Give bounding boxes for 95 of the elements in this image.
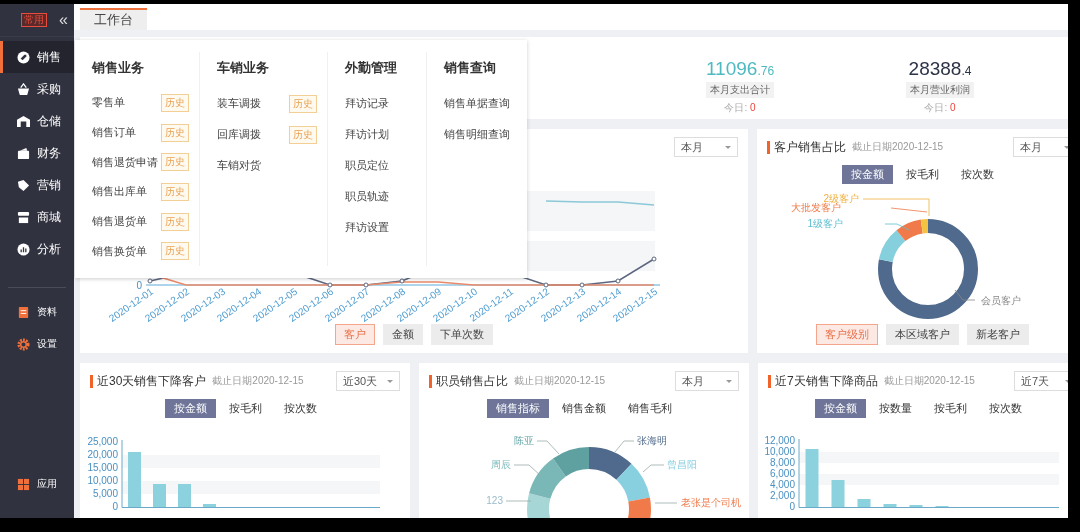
metric-tab[interactable]: 按次数 (951, 165, 1003, 184)
menu-heading: 销售查询 (444, 59, 497, 77)
sidebar-item[interactable]: 设置 (0, 328, 74, 360)
stat-value: 28388.4 (908, 59, 972, 81)
slice-label: 123 (486, 495, 503, 506)
slice-label: 张海明 (637, 436, 667, 446)
axis-tick-label: 8,000 (769, 456, 795, 468)
menu-item[interactable]: 销售退货单 (92, 214, 147, 229)
metric-tab[interactable]: 按毛利 (219, 399, 271, 418)
period-select[interactable]: 近30天 (336, 371, 400, 391)
menu-heading: 外勤管理 (345, 59, 398, 77)
menu-item[interactable]: 职员轨迹 (345, 189, 389, 204)
menu-item[interactable]: 销售换货单 (92, 243, 147, 259)
metric-tab[interactable]: 按毛利 (925, 399, 976, 418)
period-select[interactable]: 本月 (675, 371, 739, 391)
axis-tick-label: 0 (112, 500, 118, 512)
menu-item[interactable]: 零售单 (92, 95, 125, 111)
today-label: 今日: (724, 102, 748, 113)
slice-label: 大批发客户 (791, 202, 841, 213)
card-title: 客户销售占比 (767, 140, 846, 154)
axis-tick-label: 20,000 (87, 448, 118, 460)
slice-label: 1级客户 (807, 218, 843, 229)
card-title: 职员销售占比 (429, 374, 508, 388)
stat-label: 本月支出合计 (706, 82, 774, 98)
axis-tick-label: 2,000 (769, 489, 795, 501)
sidebar-item[interactable]: 营销 (0, 169, 74, 201)
slice-label: 曾昌阳 (667, 459, 697, 470)
axis-tick-label: 4,000 (769, 478, 795, 490)
sidebar-item[interactable]: 分析 (0, 233, 74, 265)
menu-item[interactable]: 销售出库单 (92, 184, 147, 200)
apps-button[interactable]: 应用 (0, 468, 74, 500)
metric-tab[interactable]: 按数量 (870, 399, 921, 418)
slice-label: 周辰 (491, 459, 511, 470)
menu-heading: 车销业务 (217, 59, 270, 77)
slice-label: 老张是个司机 (681, 497, 741, 508)
filter-toggle[interactable]: 新老客户 (966, 324, 1029, 345)
menu-item[interactable]: 车销对货 (217, 158, 261, 173)
metric-tab[interactable]: 按金额 (815, 399, 866, 418)
menu-item[interactable]: 拜访设置 (345, 220, 389, 235)
stat-label: 本月营业利润 (906, 82, 974, 98)
cutoff-date: 截止日期2020-12-15 (212, 374, 304, 388)
today-label: 今日: (924, 102, 948, 113)
filter-toggle[interactable]: 本区域客户 (885, 324, 959, 345)
menu-item[interactable]: 销售订单 (92, 125, 136, 140)
sidebar-item[interactable]: 采购 (0, 73, 74, 105)
cutoff-date: 截止日期2020-12-15 (883, 374, 975, 388)
menu-item[interactable]: 职员定位 (345, 158, 389, 173)
axis-tick-label: 0 (136, 280, 142, 291)
menu-item[interactable]: 销售单据查询 (444, 96, 510, 111)
metric-tab[interactable]: 销售毛利 (619, 399, 681, 418)
today-value: 0 (750, 102, 756, 113)
sidebar-item[interactable]: 财务 (0, 137, 74, 169)
tab[interactable]: 工作台 (80, 8, 147, 30)
card-title: 近30天销售下降客户 (90, 374, 207, 388)
metric-tab[interactable]: 按金额 (164, 399, 216, 418)
menu-item[interactable]: 销售退货申请 (92, 154, 158, 170)
metric-tab[interactable]: 销售指标 (487, 399, 549, 418)
axis-tick-label: 10,000 (764, 445, 795, 457)
card-title: 近7天销售下降商品 (768, 374, 878, 388)
menu-item[interactable]: 拜访计划 (345, 127, 389, 142)
axis-tick-label: 5,000 (92, 487, 118, 499)
axis-tick-label: 10,000 (87, 474, 118, 486)
sidebar-item[interactable]: 商城 (0, 201, 74, 233)
menu-item[interactable]: 回库调拨 (217, 127, 261, 142)
stat-value: 11096.76 (705, 59, 775, 81)
sidebar-item[interactable]: 销售 (0, 41, 74, 73)
metric-tab[interactable]: 按金额 (841, 165, 893, 184)
sidebar-item[interactable]: 仓储 (0, 105, 74, 137)
axis-tick-label: 6,000 (769, 467, 795, 479)
filter-toggle[interactable]: 金额 (383, 324, 423, 345)
axis-tick-label: 12,000 (764, 436, 795, 446)
menu-heading: 销售业务 (92, 59, 145, 77)
cutoff-date: 截止日期2020-12-15 (852, 140, 944, 154)
period-select[interactable]: 本月 (674, 137, 738, 157)
sidebar-item[interactable]: 资料 (0, 296, 74, 328)
cutoff-date: 截止日期2020-12-15 (514, 374, 606, 388)
metric-tab[interactable]: 按次数 (980, 399, 1031, 418)
axis-tick-label: 0 (789, 500, 795, 512)
menu-item[interactable]: 销售明细查询 (444, 127, 510, 142)
menu-item[interactable]: 装车调拨 (217, 96, 261, 111)
menu-item[interactable]: 拜访记录 (345, 96, 389, 111)
axis-tick-label: 15,000 (87, 461, 118, 473)
slice-label: 2级客户 (823, 193, 859, 204)
period-select[interactable]: 近7天 (1014, 371, 1068, 391)
slice-label: 会员客户 (981, 295, 1021, 306)
metric-tab[interactable]: 按次数 (274, 399, 326, 418)
today-value: 0 (950, 102, 956, 113)
logo-badge: 常用 (21, 13, 47, 27)
axis-tick-label: 25,000 (87, 436, 118, 447)
filter-toggle[interactable]: 下单次数 (431, 324, 493, 345)
metric-tab[interactable]: 销售金额 (553, 399, 615, 418)
collapse-button[interactable]: « (59, 12, 68, 28)
metric-tab[interactable]: 按毛利 (896, 165, 948, 184)
slice-label: 陈亚 (514, 436, 534, 446)
period-select[interactable]: 本月 (1013, 137, 1068, 157)
